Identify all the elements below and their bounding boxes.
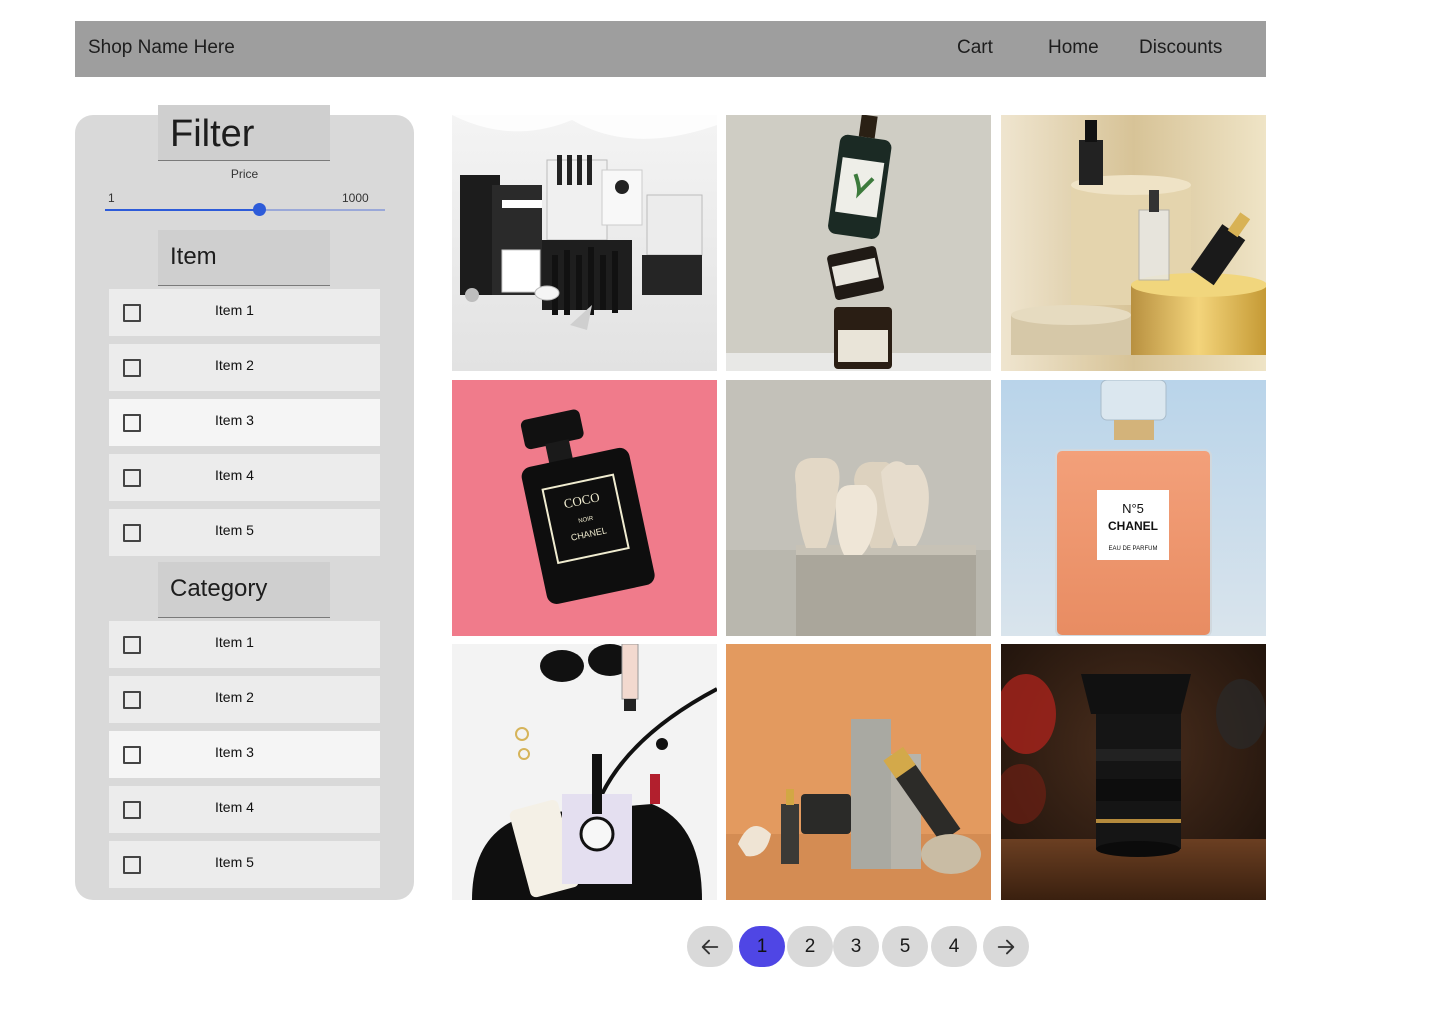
prev-page-button[interactable] bbox=[687, 926, 733, 967]
category-filter-option[interactable]: Item 1 bbox=[109, 621, 380, 668]
shop-name[interactable]: Shop Name Here bbox=[88, 37, 235, 59]
product-card[interactable] bbox=[452, 644, 717, 900]
checkbox[interactable] bbox=[123, 856, 141, 874]
category-section-title: Category bbox=[170, 575, 268, 602]
camera-lens-image bbox=[1001, 644, 1266, 900]
nav-home-link[interactable]: Home bbox=[1048, 37, 1099, 59]
product-card[interactable] bbox=[726, 115, 991, 371]
checkbox[interactable] bbox=[123, 691, 141, 709]
page-button[interactable]: 3 bbox=[833, 926, 879, 967]
item-filter-option[interactable]: Item 3 bbox=[109, 399, 380, 446]
handbag-flatlay-image bbox=[452, 644, 717, 900]
option-label: Item 1 bbox=[215, 302, 254, 318]
page-button[interactable]: 2 bbox=[787, 926, 833, 967]
skincare-orange-image bbox=[726, 644, 991, 900]
option-label: Item 2 bbox=[215, 357, 254, 373]
category-filter-option[interactable]: Item 2 bbox=[109, 676, 380, 723]
price-min-label: 1 bbox=[108, 191, 115, 205]
nav-cart-link[interactable]: Cart bbox=[957, 37, 993, 59]
cosmetics-set-image bbox=[452, 115, 717, 371]
page-button[interactable]: 5 bbox=[882, 926, 928, 967]
filter-heading: Filter bbox=[158, 105, 330, 161]
black-perfume-image: COCO NOIR CHANEL bbox=[452, 380, 717, 636]
top-nav-bar: Shop Name Here Cart Home Discounts bbox=[75, 21, 1266, 77]
checkbox[interactable] bbox=[123, 304, 141, 322]
product-card[interactable]: N°5 CHANEL EAU DE PARFUM bbox=[1001, 380, 1266, 636]
ceramic-vases-image bbox=[726, 380, 991, 636]
price-label: Price bbox=[230, 167, 259, 181]
option-label: Item 4 bbox=[215, 799, 254, 815]
item-section-title: Item bbox=[170, 243, 217, 270]
option-label: Item 3 bbox=[215, 744, 254, 760]
nav-discounts-link[interactable]: Discounts bbox=[1139, 37, 1222, 59]
product-grid: COCO NOIR CHANEL N°5 CHANEL EAU DE PARFU… bbox=[452, 115, 1266, 900]
category-filter-option[interactable]: Item 4 bbox=[109, 786, 380, 833]
category-filter-option[interactable]: Item 3 bbox=[109, 731, 380, 778]
arrow-right-icon bbox=[997, 939, 1015, 954]
checkbox[interactable] bbox=[123, 469, 141, 487]
pagination: 1 2 3 5 4 bbox=[0, 926, 1440, 968]
next-page-button[interactable] bbox=[983, 926, 1029, 967]
item-section-heading: Item bbox=[158, 230, 330, 286]
price-slider-handle[interactable] bbox=[253, 203, 266, 216]
product-card[interactable] bbox=[1001, 115, 1266, 371]
filter-panel: Filter Price 1 1000 Item Item 1 Item 2 I… bbox=[75, 105, 414, 900]
item-filter-option[interactable]: Item 1 bbox=[109, 289, 380, 336]
option-label: Item 4 bbox=[215, 467, 254, 483]
option-label: Item 3 bbox=[215, 412, 254, 428]
product-card[interactable] bbox=[1001, 644, 1266, 900]
page-button[interactable]: 4 bbox=[931, 926, 977, 967]
chanel-perfume-image: N°5 CHANEL EAU DE PARFUM bbox=[1001, 380, 1266, 636]
item-filter-option[interactable]: Item 4 bbox=[109, 454, 380, 501]
checkbox[interactable] bbox=[123, 414, 141, 432]
product-card[interactable]: COCO NOIR CHANEL bbox=[452, 380, 717, 636]
gold-podium-bottles-image bbox=[1001, 115, 1266, 371]
product-card[interactable] bbox=[726, 644, 991, 900]
bottle-edp-text: EAU DE PARFUM bbox=[1109, 546, 1158, 552]
checkbox[interactable] bbox=[123, 359, 141, 377]
bottle-chanel2-text: CHANEL bbox=[1108, 519, 1158, 533]
item-filter-option[interactable]: Item 2 bbox=[109, 344, 380, 391]
product-card[interactable] bbox=[452, 115, 717, 371]
checkbox[interactable] bbox=[123, 524, 141, 542]
option-label: Item 1 bbox=[215, 634, 254, 650]
category-filter-option[interactable]: Item 5 bbox=[109, 841, 380, 888]
option-label: Item 5 bbox=[215, 854, 254, 870]
checkbox[interactable] bbox=[123, 801, 141, 819]
price-slider-fill bbox=[105, 209, 259, 211]
filter-title: Filter bbox=[170, 113, 255, 155]
price-max-label: 1000 bbox=[342, 191, 369, 205]
checkbox[interactable] bbox=[123, 746, 141, 764]
category-section-heading: Category bbox=[158, 562, 330, 618]
page-button[interactable]: 1 bbox=[739, 926, 785, 967]
bottle-no5-text: N°5 bbox=[1122, 501, 1144, 516]
product-card[interactable] bbox=[726, 380, 991, 636]
checkbox[interactable] bbox=[123, 636, 141, 654]
item-filter-option[interactable]: Item 5 bbox=[109, 509, 380, 556]
price-slider[interactable] bbox=[105, 203, 385, 216]
option-label: Item 2 bbox=[215, 689, 254, 705]
option-label: Item 5 bbox=[215, 522, 254, 538]
stacked-jars-image bbox=[726, 115, 991, 371]
arrow-left-icon bbox=[701, 939, 719, 954]
